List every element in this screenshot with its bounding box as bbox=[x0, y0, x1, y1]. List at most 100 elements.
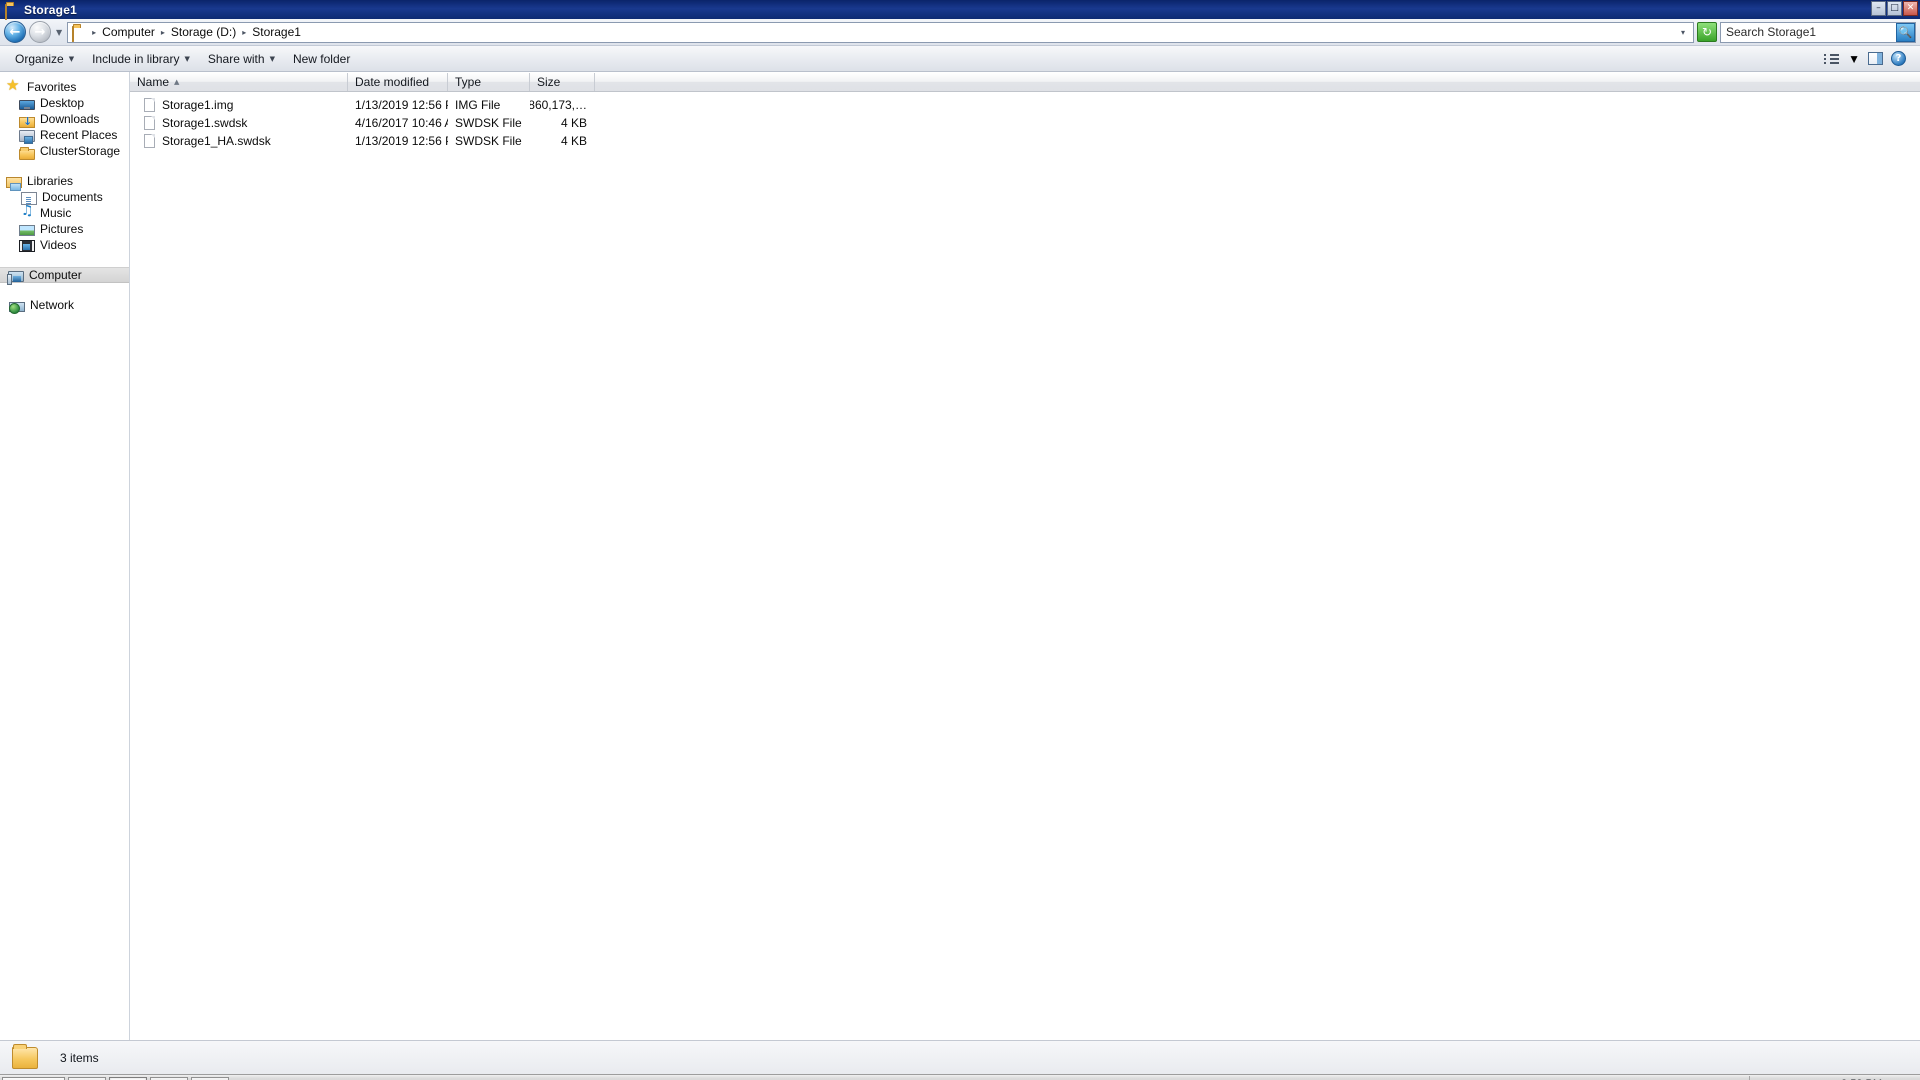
main-content: Favorites Desktop Downloads Recent Place… bbox=[0, 72, 1920, 1040]
include-in-library-button[interactable]: Include in library ▼ bbox=[83, 49, 199, 69]
command-bar: Organize ▼ Include in library ▼ Share wi… bbox=[0, 46, 1920, 72]
sidebar-item-downloads[interactable]: Downloads bbox=[0, 111, 129, 128]
window-title-bar[interactable]: Storage1 – □ ✕ bbox=[0, 0, 1920, 20]
sidebar-label-pictures: Pictures bbox=[40, 222, 84, 236]
command-bar-right: ▼ ? bbox=[1824, 51, 1914, 66]
file-name-label: Storage1.img bbox=[162, 98, 234, 112]
column-header-date-modified[interactable]: Date modified bbox=[348, 73, 448, 91]
breadcrumb-item-computer[interactable]: Computer bbox=[99, 24, 158, 40]
status-item-count: 3 items bbox=[60, 1050, 99, 1065]
sidebar-label-favorites: Favorites bbox=[27, 80, 77, 94]
table-row[interactable]: Storage1.swdsk 4/16/2017 10:46 AM SWDSK … bbox=[130, 114, 1920, 132]
computer-icon bbox=[7, 270, 24, 285]
sidebar-item-clusterstorage[interactable]: ClusterStorage bbox=[0, 143, 129, 160]
share-with-button[interactable]: Share with ▼ bbox=[199, 49, 284, 69]
view-chevron-down-icon[interactable]: ▼ bbox=[1848, 52, 1860, 66]
window-folder-icon bbox=[5, 3, 19, 20]
file-name-cell[interactable]: Storage1_HA.swdsk bbox=[130, 134, 348, 148]
video-icon bbox=[19, 240, 35, 252]
file-icon bbox=[144, 98, 155, 112]
recent-places-icon bbox=[19, 130, 35, 144]
maximize-button[interactable]: □ bbox=[1887, 1, 1902, 16]
column-header-name-label: Name bbox=[137, 75, 170, 89]
taskbar-item-command-prompt[interactable]: C:\_ bbox=[150, 1076, 189, 1080]
taskbar-item-cluster-manager[interactable] bbox=[191, 1076, 230, 1080]
include-in-library-label: Include in library bbox=[92, 51, 180, 66]
sidebar-item-documents[interactable]: Documents bbox=[0, 189, 129, 205]
window-controls: – □ ✕ bbox=[1871, 1, 1918, 16]
recent-pages-caret-icon[interactable]: ▼ bbox=[56, 28, 62, 37]
refresh-icon[interactable]: ↻ bbox=[1697, 22, 1717, 42]
change-view-icon[interactable] bbox=[1824, 52, 1840, 66]
column-header-type[interactable]: Type bbox=[448, 73, 530, 91]
address-bar: ← → ▼ ▸ Computer ▸ Storage (D:) ▸ Storag… bbox=[0, 19, 1920, 46]
file-name-cell[interactable]: Storage1.img bbox=[130, 98, 348, 112]
sidebar-group-favorites[interactable]: Favorites bbox=[0, 76, 129, 95]
new-folder-label: New folder bbox=[292, 51, 351, 66]
network-icon bbox=[9, 301, 25, 314]
search-box[interactable]: Search Storage1 🔍 bbox=[1720, 21, 1916, 43]
download-folder-icon bbox=[19, 115, 35, 128]
taskbar-item-server-manager[interactable] bbox=[68, 1076, 107, 1080]
table-row[interactable]: Storage1.img 1/13/2019 12:56 PM IMG File… bbox=[130, 96, 1920, 114]
system-tray: « ✕ 2:58 PM 1/17/2019 bbox=[1749, 1075, 1918, 1080]
star-icon bbox=[6, 76, 22, 95]
taskbar: Start C:\_ « ✕ 2:58 PM 1/17/2019 bbox=[0, 1074, 1920, 1080]
sidebar-item-recent-places[interactable]: Recent Places bbox=[0, 127, 129, 144]
file-list-pane: Name ▲ Date modified Type Size Storage1.… bbox=[130, 72, 1920, 1040]
taskbar-item-windows-explorer[interactable] bbox=[109, 1076, 148, 1080]
address-dropdown-icon[interactable]: ▾ bbox=[1681, 28, 1689, 37]
sidebar-label-libraries: Libraries bbox=[27, 174, 74, 188]
sort-ascending-icon: ▲ bbox=[174, 78, 180, 86]
monitor-icon bbox=[19, 99, 35, 110]
back-button[interactable]: ← bbox=[4, 21, 26, 43]
column-headers: Name ▲ Date modified Type Size bbox=[130, 73, 1920, 92]
file-size-cell: 1,860,173,… bbox=[530, 98, 587, 112]
search-input[interactable]: Search Storage1 bbox=[1726, 25, 1896, 39]
picture-icon bbox=[19, 225, 35, 236]
close-button[interactable]: ✕ bbox=[1903, 1, 1918, 16]
sidebar-label-documents: Documents bbox=[42, 190, 103, 204]
column-header-filler bbox=[595, 73, 1920, 91]
forward-button[interactable]: → bbox=[29, 21, 51, 43]
column-header-size[interactable]: Size bbox=[530, 73, 595, 91]
file-name-label: Storage1_HA.swdsk bbox=[162, 134, 271, 148]
music-note-icon bbox=[19, 203, 35, 221]
sidebar-group-libraries[interactable]: Libraries bbox=[0, 173, 129, 191]
share-with-label: Share with bbox=[207, 51, 265, 66]
sidebar-item-network[interactable]: Network bbox=[0, 297, 129, 314]
sidebar-item-videos[interactable]: Videos bbox=[0, 237, 129, 253]
minimize-button[interactable]: – bbox=[1871, 1, 1886, 16]
sidebar-item-desktop[interactable]: Desktop bbox=[0, 95, 129, 111]
breadcrumb-separator-1[interactable]: ▸ bbox=[160, 28, 166, 37]
file-name-label: Storage1.swdsk bbox=[162, 116, 248, 130]
sidebar-label-desktop: Desktop bbox=[40, 96, 85, 110]
table-row[interactable]: Storage1_HA.swdsk 1/13/2019 12:56 PM SWD… bbox=[130, 132, 1920, 150]
preview-pane-icon[interactable] bbox=[1868, 52, 1883, 65]
breadcrumb-item-storage1[interactable]: Storage1 bbox=[249, 24, 304, 40]
sidebar-item-pictures[interactable]: Pictures bbox=[0, 221, 129, 237]
breadcrumb-separator-0[interactable]: ▸ bbox=[91, 28, 97, 37]
new-folder-button[interactable]: New folder bbox=[284, 49, 359, 69]
column-header-name[interactable]: Name ▲ bbox=[130, 73, 348, 91]
file-name-cell[interactable]: Storage1.swdsk bbox=[130, 116, 348, 130]
breadcrumb-item-storage-d[interactable]: Storage (D:) bbox=[168, 24, 239, 40]
breadcrumb[interactable]: ▸ Computer ▸ Storage (D:) ▸ Storage1 ▾ bbox=[67, 21, 1694, 43]
sidebar-label-recent-places: Recent Places bbox=[40, 128, 118, 142]
search-icon[interactable]: 🔍 bbox=[1896, 22, 1915, 42]
breadcrumb-separator-2[interactable]: ▸ bbox=[241, 28, 247, 37]
sidebar-label-videos: Videos bbox=[40, 238, 77, 252]
organize-label: Organize bbox=[15, 51, 64, 66]
column-header-size-label: Size bbox=[537, 75, 561, 89]
sidebar-label-clusterstorage: ClusterStorage bbox=[40, 144, 121, 158]
sidebar-item-music[interactable]: Music bbox=[0, 203, 129, 221]
file-icon bbox=[144, 134, 155, 148]
organize-button[interactable]: Organize ▼ bbox=[6, 49, 83, 69]
sidebar-item-computer[interactable]: Computer bbox=[0, 267, 129, 285]
file-date-cell: 1/13/2019 12:56 PM bbox=[355, 134, 448, 148]
start-button[interactable]: Start bbox=[2, 1076, 66, 1080]
file-icon bbox=[144, 116, 155, 130]
help-icon[interactable]: ? bbox=[1891, 51, 1906, 66]
